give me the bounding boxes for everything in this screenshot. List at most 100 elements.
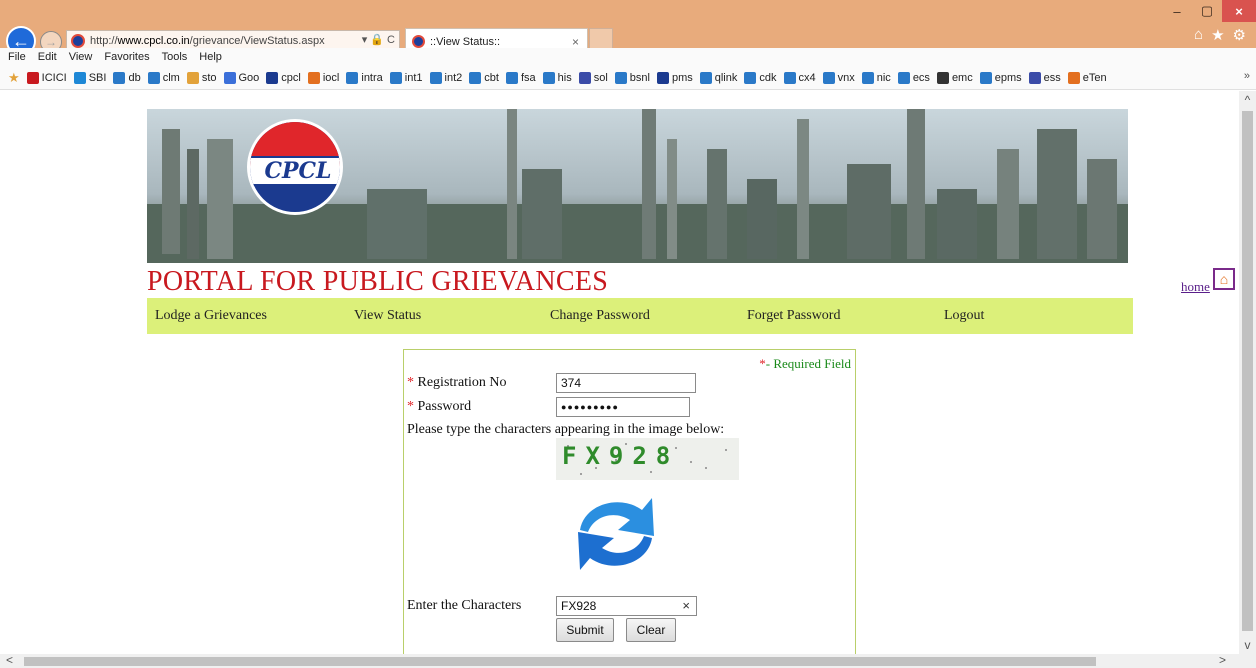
favorite-item[interactable]: nic	[861, 71, 891, 84]
favorite-item[interactable]: int2	[429, 71, 463, 84]
favorite-site-icon	[505, 71, 518, 84]
favorite-item[interactable]: emc	[936, 71, 973, 84]
tab-close-icon[interactable]: ×	[572, 35, 587, 49]
favorite-label: bsnl	[629, 71, 650, 84]
url-domain: www.cpcl.co.in	[117, 35, 190, 47]
submit-button[interactable]: Submit	[556, 618, 614, 642]
favorite-item[interactable]: bsnl	[614, 71, 650, 84]
favorite-site-icon	[26, 71, 39, 84]
nav-change-password[interactable]: Change Password	[542, 298, 739, 334]
arrow-right-icon: →	[45, 35, 57, 49]
settings-gear-icon[interactable]: ⚙	[1233, 26, 1246, 44]
favorite-item[interactable]: iocl	[307, 71, 340, 84]
menu-help[interactable]: Help	[199, 51, 222, 63]
menu-view[interactable]: View	[69, 51, 93, 63]
favorite-item[interactable]: qlink	[699, 71, 737, 84]
favorite-item[interactable]: sto	[186, 71, 217, 84]
favorite-item[interactable]: db	[113, 71, 141, 84]
favorite-item[interactable]: clm	[147, 71, 180, 84]
menu-favorites[interactable]: Favorites	[104, 51, 149, 63]
restore-button[interactable]: ▢	[1192, 0, 1222, 22]
favorite-item[interactable]: Goo	[223, 71, 259, 84]
nav-forget-password[interactable]: Forget Password	[739, 298, 936, 334]
favorites-star-icon[interactable]: ★	[1211, 26, 1224, 44]
refresh-captcha-icon[interactable]	[568, 486, 664, 582]
favorite-site-icon	[186, 71, 199, 84]
cpcl-logo: CPCL	[247, 119, 343, 215]
close-window-button[interactable]: ×	[1222, 0, 1256, 22]
favorite-site-icon	[542, 71, 555, 84]
favorite-item[interactable]: int1	[389, 71, 423, 84]
menu-file[interactable]: File	[8, 51, 26, 63]
nav-view-status[interactable]: View Status	[346, 298, 542, 334]
scroll-left-icon[interactable]: <	[6, 653, 13, 667]
favorite-label: cx4	[798, 71, 816, 84]
minimize-button[interactable]: –	[1162, 0, 1192, 22]
favorite-site-icon	[147, 71, 160, 84]
favorite-label: SBI	[88, 71, 107, 84]
vertical-scrollbar[interactable]: ^ v	[1239, 91, 1256, 654]
favorite-item[interactable]: cx4	[783, 71, 816, 84]
registration-no-input[interactable]: 374	[556, 373, 696, 393]
menu-edit[interactable]: Edit	[38, 51, 57, 63]
url-path: /grievance/ViewStatus.aspx	[189, 35, 325, 47]
favorite-label: nic	[876, 71, 891, 84]
favorite-site-icon	[307, 71, 320, 84]
favorite-item[interactable]: cbt	[469, 71, 499, 84]
scroll-right-icon[interactable]: >	[1219, 653, 1226, 667]
home-icon[interactable]: ⌂	[1213, 268, 1235, 290]
favorite-item[interactable]: pms	[656, 71, 693, 84]
horizontal-scrollbar[interactable]: < >	[0, 653, 1256, 668]
main-nav: Lodge a Grievances View Status Change Pa…	[147, 298, 1133, 334]
favorite-item[interactable]: fsa	[505, 71, 536, 84]
vertical-scroll-thumb[interactable]	[1242, 111, 1253, 631]
favorite-site-icon	[266, 71, 279, 84]
password-label-text: Password	[417, 399, 472, 414]
favorite-item[interactable]: epms	[979, 71, 1022, 84]
favorite-item[interactable]: his	[542, 71, 572, 84]
favorites-bar: ★ ICICI SBI db clm sto Goo cpcl iocl intra int1 in…	[0, 66, 1256, 90]
favorite-item[interactable]: ecs	[897, 71, 930, 84]
required-star: *	[407, 375, 414, 390]
tab-favicon-icon	[412, 35, 425, 48]
captcha-input[interactable]: FX928 ×	[556, 596, 697, 616]
favorite-item[interactable]: SBI	[73, 71, 107, 84]
favorite-site-icon	[897, 71, 910, 84]
favorite-label: ecs	[912, 71, 930, 84]
favorite-item[interactable]: cpcl	[266, 71, 301, 84]
favorite-label: iocl	[322, 71, 340, 84]
favorite-label: cbt	[484, 71, 499, 84]
favorite-label: eTen	[1082, 71, 1107, 84]
favorite-item[interactable]: eTen	[1067, 71, 1107, 84]
menu-bar: File Edit View Favorites Tools Help	[0, 48, 1256, 66]
favorite-site-icon	[578, 71, 591, 84]
favorite-label: int2	[444, 71, 463, 84]
home-link[interactable]: home	[1181, 279, 1210, 295]
captcha-instruction: Please type the characters appearing in …	[407, 422, 725, 437]
add-favorite-star-icon[interactable]: ★	[8, 70, 20, 86]
tab-title: ::View Status::	[430, 35, 501, 48]
scroll-down-icon[interactable]: v	[1239, 638, 1256, 652]
favorite-item[interactable]: vnx	[822, 71, 855, 84]
favorite-item[interactable]: ess	[1028, 71, 1061, 84]
captcha-image: FX928	[556, 438, 739, 480]
page-title: PORTAL FOR PUBLIC GRIEVANCES	[147, 266, 609, 297]
clear-button[interactable]: Clear	[626, 618, 676, 642]
required-star: *	[407, 399, 414, 414]
nav-logout[interactable]: Logout	[936, 298, 1133, 334]
clear-input-icon[interactable]: ×	[682, 598, 690, 613]
favorite-item[interactable]: ICICI	[26, 71, 67, 84]
favorite-item[interactable]: cdk	[744, 71, 777, 84]
url-text[interactable]: http://www.cpcl.co.in/grievance/ViewStat…	[90, 35, 325, 47]
password-input[interactable]: ●●●●●●●●●	[556, 397, 690, 417]
favorite-item[interactable]: intra	[346, 71, 383, 84]
favorites-more-chevron-icon[interactable]: »	[1244, 70, 1250, 82]
menu-tools[interactable]: Tools	[162, 51, 188, 63]
scroll-up-icon[interactable]: ^	[1239, 93, 1256, 107]
home-icon[interactable]: ⌂	[1194, 26, 1203, 44]
refresh-icon[interactable]: ▾ 🔒 C	[362, 33, 395, 46]
nav-lodge-grievance[interactable]: Lodge a Grievances	[147, 298, 346, 334]
favorite-item[interactable]: sol	[578, 71, 608, 84]
favorite-site-icon	[699, 71, 712, 84]
horizontal-scroll-thumb[interactable]	[24, 657, 1096, 666]
